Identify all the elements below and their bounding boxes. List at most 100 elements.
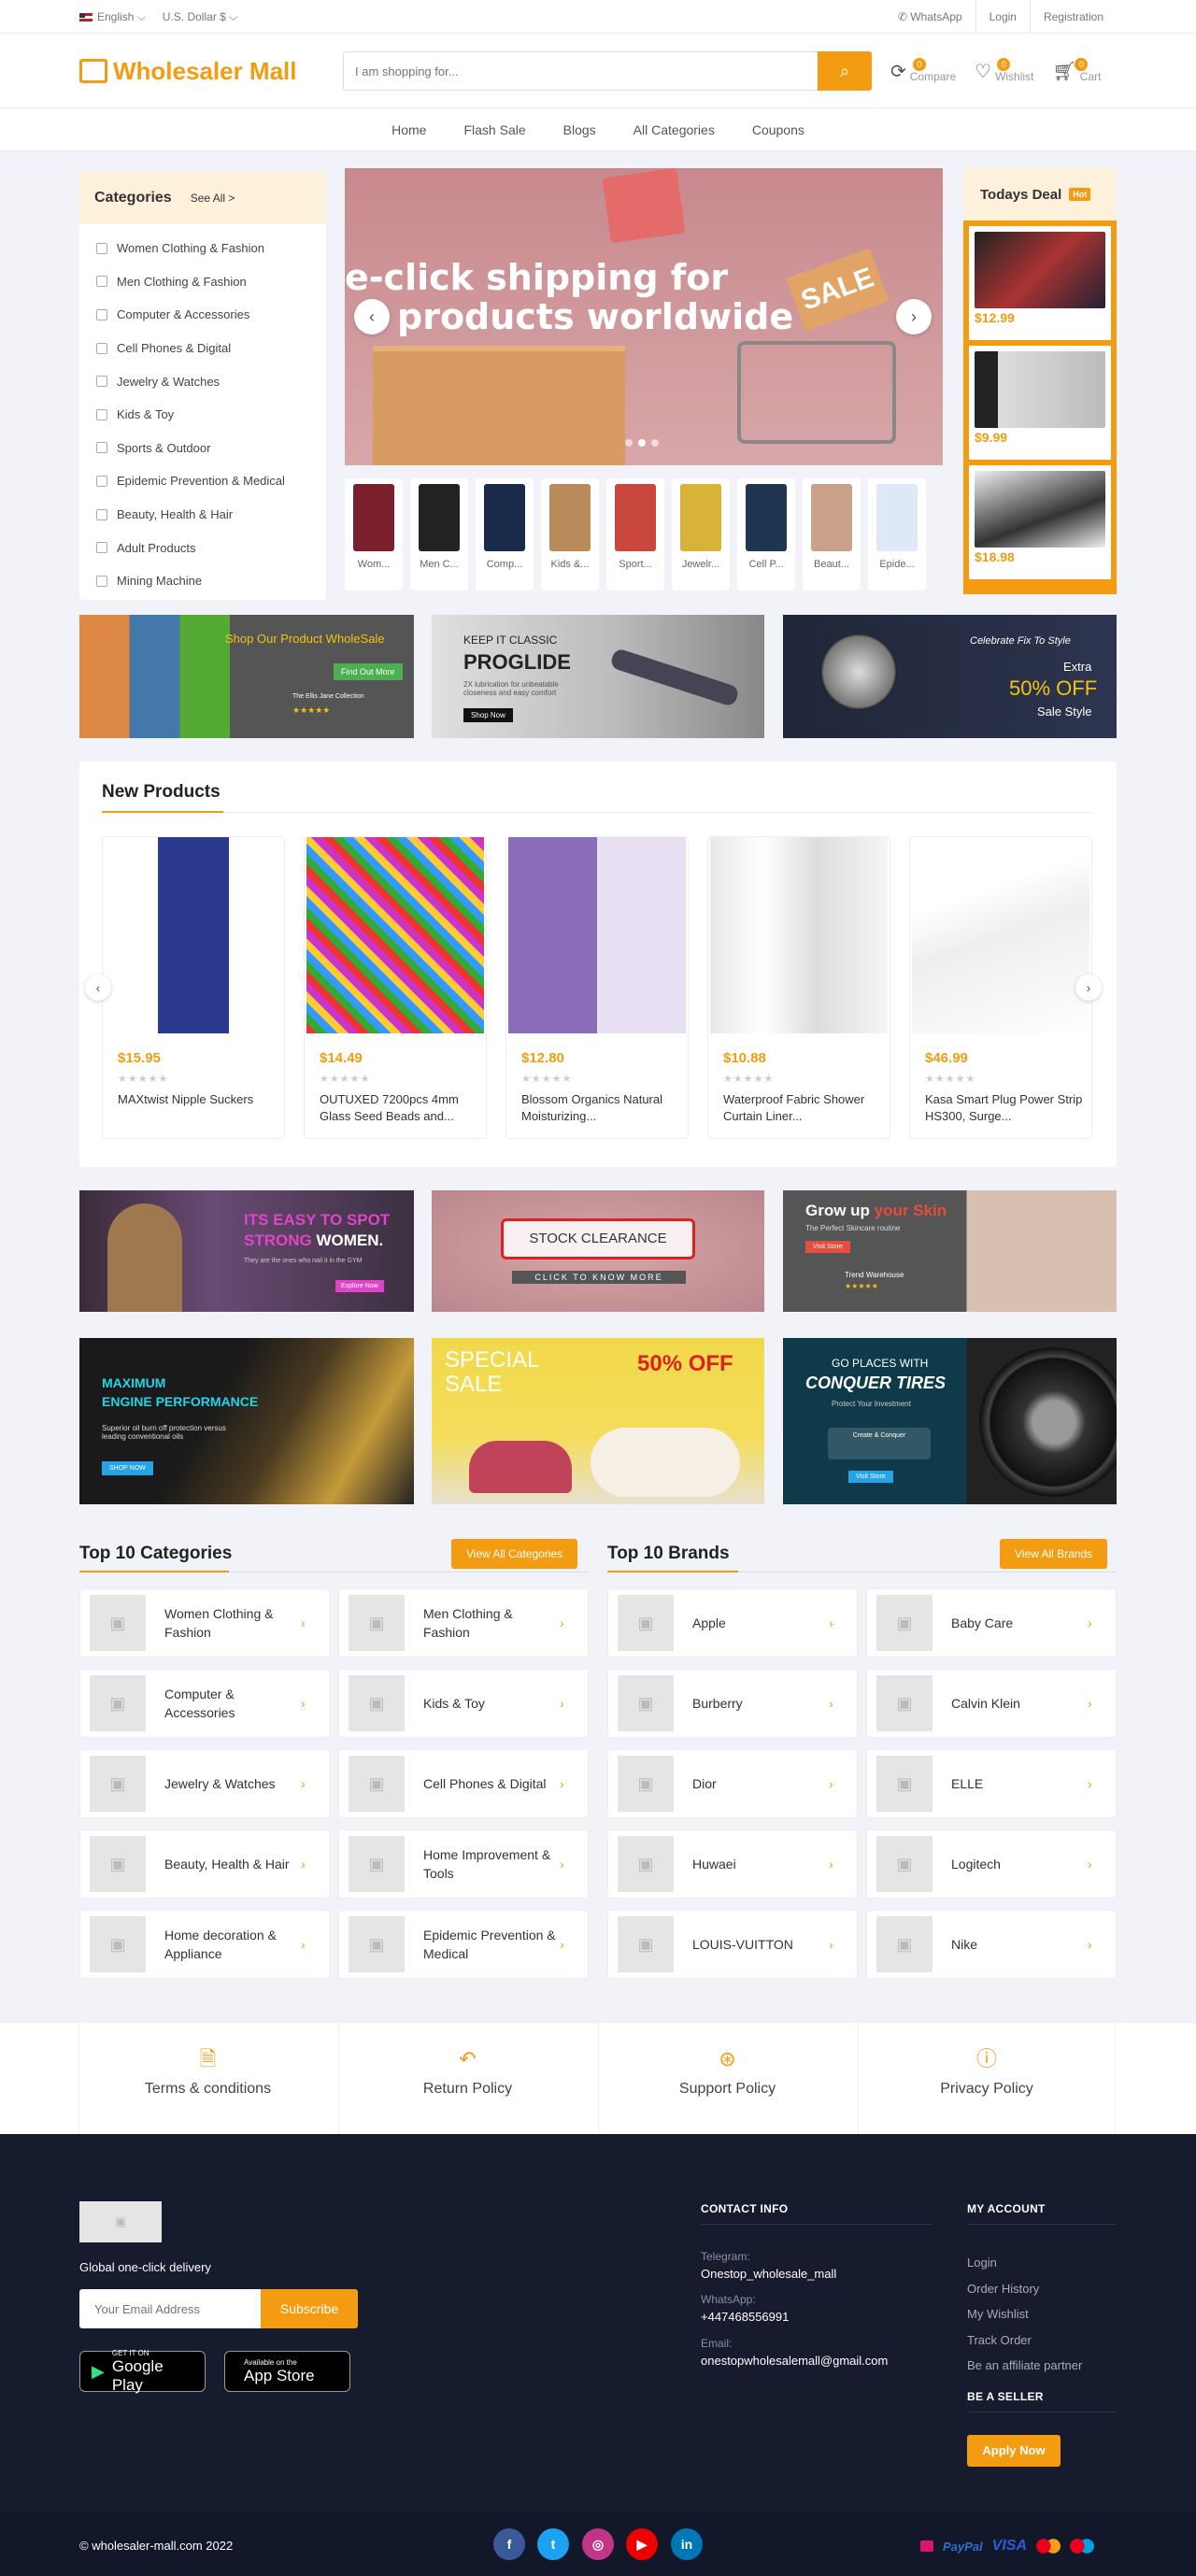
product-name[interactable]: Kasa Smart Plug Power Strip HS300, Surge… — [925, 1091, 1084, 1125]
top-brand-card[interactable]: ▣ LOUIS-VUITTON › — [607, 1910, 858, 1979]
products-prev-icon[interactable]: ‹ — [85, 975, 111, 1001]
shop-now-button[interactable]: Shop Now — [463, 708, 513, 722]
apply-now-button[interactable]: Apply Now — [967, 2435, 1061, 2467]
registration-link[interactable]: Registration — [1029, 0, 1117, 34]
instagram-icon[interactable]: ◎ — [582, 2528, 614, 2560]
telegram-link[interactable]: Onestop_wholesale_mall — [701, 2267, 836, 2281]
top-brand-card[interactable]: ▣ Burberry › — [607, 1669, 858, 1738]
product-image[interactable] — [508, 837, 686, 1033]
top-category-card[interactable]: ▣ Kids & Toy › — [338, 1669, 589, 1738]
cart-button[interactable]: 🛒︎ 0 Cart — [1052, 57, 1101, 83]
special-sale-banner[interactable]: SPECIAL SALE 50% OFF — [432, 1338, 764, 1504]
product-image[interactable] — [710, 837, 888, 1033]
google-play-button[interactable]: ▶ GET IT ON Google Play — [79, 2349, 206, 2394]
category-item[interactable]: Men Clothing & Fashion — [96, 265, 309, 299]
youtube-icon[interactable]: ▶ — [626, 2528, 658, 2560]
product-name[interactable]: Blossom Organics Natural Moisturizing... — [521, 1091, 680, 1125]
skincare-banner[interactable]: Grow up your Skin The Perfect Skincare r… — [783, 1190, 1117, 1312]
wishlist-button[interactable]: ♡ 0 Wishlist — [975, 57, 1033, 83]
account-link[interactable]: Order History — [967, 2276, 1082, 2302]
category-item[interactable]: Epidemic Prevention & Medical — [96, 464, 309, 498]
product-image[interactable] — [912, 837, 1089, 1033]
product-card[interactable]: $15.95 ★★★★★ MAXtwist Nipple Suckers — [102, 836, 285, 1139]
category-item[interactable]: Jewelry & Watches — [96, 364, 309, 398]
nav-flash-sale[interactable]: Flash Sale — [463, 108, 525, 151]
product-card[interactable]: $10.88 ★★★★★ Waterproof Fabric Shower Curt… — [707, 836, 890, 1139]
category-thumb[interactable]: Epide... — [868, 478, 926, 591]
category-item[interactable]: Cell Phones & Digital — [96, 332, 309, 365]
app-store-button[interactable]: Available on the App Store — [224, 2351, 350, 2392]
search-button[interactable]: ⌕ — [818, 51, 872, 91]
account-link[interactable]: My Wishlist — [967, 2301, 1082, 2327]
top-brand-card[interactable]: ▣ Huwaei › — [607, 1829, 858, 1899]
product-name[interactable]: OUTUXED 7200pcs 4mm Glass Seed Beads and… — [320, 1091, 478, 1125]
top-category-card[interactable]: ▣ Beauty, Health & Hair › — [79, 1829, 330, 1899]
currency-selector[interactable]: U.S. Dollar $ ⌵ — [163, 10, 237, 24]
top-category-card[interactable]: ▣ Jewelry & Watches › — [79, 1749, 330, 1818]
category-item[interactable]: Women Clothing & Fashion — [96, 232, 309, 265]
top-brand-card[interactable]: ▣ Dior › — [607, 1749, 858, 1818]
hero-slider[interactable]: SALE e-click shipping for products worldw… — [345, 168, 943, 465]
category-thumb[interactable]: Jewelr... — [672, 478, 730, 591]
login-link[interactable]: Login — [975, 0, 1030, 34]
newsletter-email-input[interactable] — [79, 2289, 261, 2328]
category-item[interactable]: Kids & Toy — [96, 398, 309, 432]
category-item[interactable]: Beauty, Health & Hair — [96, 498, 309, 532]
product-card[interactable]: $46.99 ★★★★★ Kasa Smart Plug Power Strip H… — [909, 836, 1092, 1139]
email-link[interactable]: onestopwholesalemall@gmail.com — [701, 2354, 888, 2368]
slider-dots[interactable] — [625, 439, 659, 447]
stock-clearance-banner[interactable]: STOCK CLEARANCE CLICK TO KNOW MORE — [432, 1190, 764, 1312]
product-card[interactable]: $14.49 ★★★★★ OUTUXED 7200pcs 4mm Glass See… — [304, 836, 487, 1139]
view-all-brands-button[interactable]: View All Brands — [1000, 1539, 1108, 1569]
top-category-card[interactable]: ▣ Computer & Accessories › — [79, 1669, 330, 1738]
category-thumb[interactable]: Cell P... — [737, 478, 795, 591]
product-name[interactable]: MAXtwist Nipple Suckers — [118, 1091, 277, 1108]
product-image[interactable] — [105, 837, 282, 1033]
account-link[interactable]: Track Order — [967, 2327, 1082, 2354]
search-input[interactable] — [343, 51, 818, 91]
find-out-more-button[interactable]: Find Out More — [334, 663, 403, 680]
whatsapp-link[interactable]: ✆ WhatsApp — [885, 0, 975, 34]
slider-prev-icon[interactable]: ‹ — [354, 299, 390, 334]
top-category-card[interactable]: ▣ Cell Phones & Digital › — [338, 1749, 589, 1818]
tires-banner[interactable]: GO PLACES WITH CONQUER TIRES Protect You… — [783, 1338, 1117, 1504]
products-next-icon[interactable]: › — [1075, 975, 1102, 1001]
product-name[interactable]: Waterproof Fabric Shower Curtain Liner..… — [723, 1091, 882, 1125]
top-category-card[interactable]: ▣ Home decoration & Appliance › — [79, 1910, 330, 1979]
twitter-icon[interactable]: t — [537, 2528, 569, 2560]
top-brand-card[interactable]: ▣ Baby Care › — [866, 1588, 1117, 1658]
account-link[interactable]: Be an affiliate partner — [967, 2353, 1082, 2379]
deal-item[interactable]: $12.99 — [969, 226, 1111, 340]
compare-button[interactable]: ⟳ 0 Compare — [890, 57, 956, 83]
proglide-banner[interactable]: KEEP IT CLASSIC PROGLIDE 2X lubrication … — [432, 615, 764, 738]
top-brand-card[interactable]: ▣ Nike › — [866, 1910, 1117, 1979]
product-image[interactable] — [306, 837, 484, 1033]
top-category-card[interactable]: ▣ Women Clothing & Fashion › — [79, 1588, 330, 1658]
top-brand-card[interactable]: ▣ Calvin Klein › — [866, 1669, 1117, 1738]
nav-all-categories[interactable]: All Categories — [634, 108, 715, 151]
nav-blogs[interactable]: Blogs — [563, 108, 596, 151]
category-thumb[interactable]: Comp... — [476, 478, 534, 591]
view-all-categories-button[interactable]: View All Categories — [451, 1539, 578, 1569]
privacy-policy[interactable]: ⓘ Privacy Policy — [858, 2023, 1116, 2135]
top-category-card[interactable]: ▣ Home Improvement & Tools › — [338, 1829, 589, 1899]
category-thumb[interactable]: Men C... — [410, 478, 468, 591]
top-brand-card[interactable]: ▣ Logitech › — [866, 1829, 1117, 1899]
product-card[interactable]: $12.80 ★★★★★ Blossom Organics Natural Mois… — [505, 836, 689, 1139]
category-thumb[interactable]: Beaut... — [803, 478, 861, 591]
return-policy[interactable]: ↶ Return Policy — [338, 2023, 596, 2135]
nav-coupons[interactable]: Coupons — [752, 108, 804, 151]
see-all-link[interactable]: See All > — [191, 192, 235, 205]
shop-now-button[interactable]: SHOP NOW — [102, 1461, 153, 1475]
slider-next-icon[interactable]: › — [896, 299, 932, 334]
visit-store-button[interactable]: Visit Store — [848, 1471, 893, 1483]
fitness-banner[interactable]: ITS EASY TO SPOT STRONG WOMEN. They are … — [79, 1190, 414, 1312]
account-link[interactable]: Login — [967, 2250, 1082, 2276]
language-selector[interactable]: English ⌵ — [79, 10, 146, 24]
whatsapp-number[interactable]: +447468556991 — [701, 2310, 789, 2324]
category-item[interactable]: Mining Machine — [96, 564, 309, 598]
linkedin-icon[interactable]: in — [671, 2528, 703, 2560]
deal-item[interactable]: $9.99 — [969, 346, 1111, 460]
engine-oil-banner[interactable]: MAXIMUM ENGINE PERFORMANCE Superior oil … — [79, 1338, 414, 1504]
category-item[interactable]: Computer & Accessories — [96, 298, 309, 332]
